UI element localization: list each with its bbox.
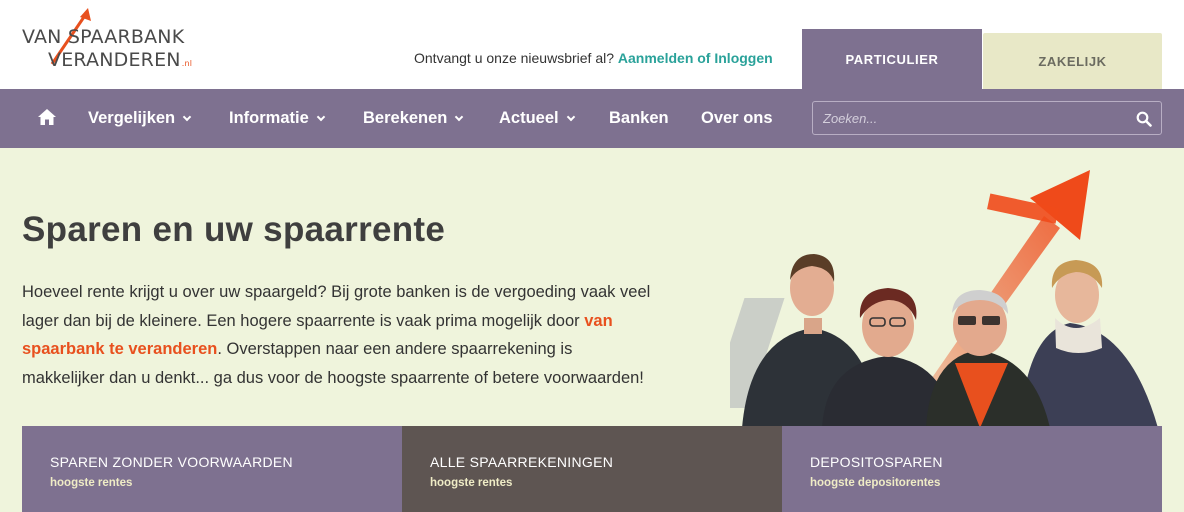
newsletter-login-link[interactable]: Aanmelden of Inloggen xyxy=(618,50,773,66)
main-nav: Vergelijken Informatie Berekenen Actueel… xyxy=(0,89,1184,148)
card-sparen-zonder-voorwaarden[interactable]: SPAREN ZONDER VOORWAARDEN hoogste rentes xyxy=(22,426,402,512)
card-alle-spaarrekeningen[interactable]: ALLE SPAARREKENINGEN hoogste rentes xyxy=(402,426,782,512)
card-title: SPAREN ZONDER VOORWAARDEN xyxy=(50,454,293,470)
card-subtitle: hoogste rentes xyxy=(50,477,133,489)
card-title: ALLE SPAARREKENINGEN xyxy=(430,454,614,470)
home-icon[interactable] xyxy=(38,109,56,125)
hero-text-before: Hoeveel rente krijgt u over uw spaargeld… xyxy=(22,283,651,330)
nav-item-label: Banken xyxy=(609,109,669,127)
nav-item-label: Berekenen xyxy=(363,109,448,127)
page-title: Sparen en uw spaarrente xyxy=(22,210,446,249)
card-depositosparen[interactable]: DEPOSITOSPAREN hoogste depositorentes xyxy=(782,426,1162,512)
logo-suffix: .nl xyxy=(181,59,193,68)
card-title: DEPOSITOSPAREN xyxy=(810,454,943,470)
tab-particulier[interactable]: PARTICULIER xyxy=(802,29,982,89)
search-icon[interactable] xyxy=(1136,111,1152,127)
newsletter-prompt: Ontvangt u onze nieuwsbrief al? Aanmelde… xyxy=(414,50,773,66)
nav-item-label: Actueel xyxy=(499,109,559,127)
search-box xyxy=(812,101,1162,135)
nav-item-over-ons[interactable]: Over ons xyxy=(701,89,773,148)
card-subtitle: hoogste rentes xyxy=(430,477,513,489)
card-subtitle: hoogste depositorentes xyxy=(810,477,941,489)
tab-zakelijk[interactable]: ZAKELIJK xyxy=(983,33,1162,89)
nav-item-vergelijken[interactable]: Vergelijken xyxy=(88,89,192,148)
team-photo xyxy=(730,170,1158,428)
chevron-down-icon xyxy=(316,112,326,121)
chevron-down-icon xyxy=(455,112,464,121)
chevron-down-icon xyxy=(182,112,192,121)
logo-line-2: VERANDEREN.nl xyxy=(48,49,192,71)
nav-item-label: Over ons xyxy=(701,109,773,127)
nav-item-banken[interactable]: Banken xyxy=(609,89,669,148)
nav-item-actueel[interactable]: Actueel xyxy=(499,89,575,148)
site-header: VAN SPAARBANK VERANDEREN.nl Ontvangt u o… xyxy=(0,0,1184,89)
logo-line-1: VAN SPAARBANK xyxy=(22,26,185,48)
nav-item-berekenen[interactable]: Berekenen xyxy=(363,89,464,148)
logo-line-2-text: VERANDEREN xyxy=(48,49,181,71)
search-input[interactable] xyxy=(813,102,1123,134)
site-logo[interactable]: VAN SPAARBANK VERANDEREN.nl xyxy=(22,8,212,74)
chevron-down-icon xyxy=(566,112,575,121)
nav-item-label: Vergelijken xyxy=(88,109,176,127)
newsletter-text: Ontvangt u onze nieuwsbrief al? xyxy=(414,50,615,66)
hero-intro: Hoeveel rente krijgt u over uw spaargeld… xyxy=(22,278,654,392)
nav-item-informatie[interactable]: Informatie xyxy=(229,89,326,148)
person-man-orange xyxy=(926,290,1050,428)
nav-item-label: Informatie xyxy=(229,109,309,127)
